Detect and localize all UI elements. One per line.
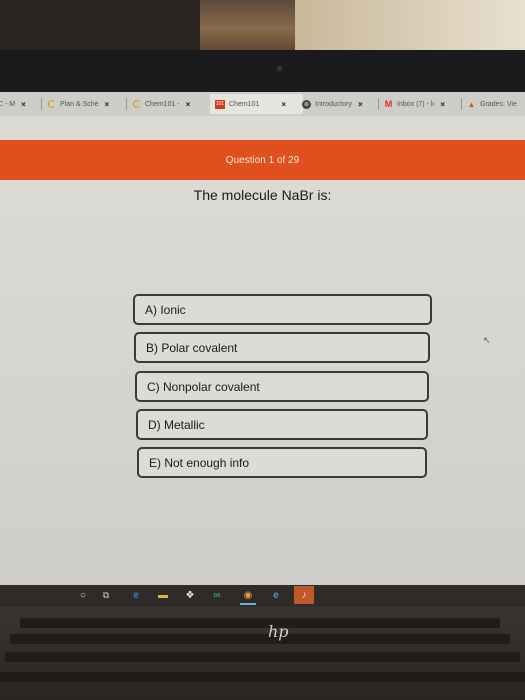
laptop-screen: C - M × Plan & Sche × Chem101 - × 101 Ch… <box>0 92 525 592</box>
browser-tab[interactable]: Chem101 - × <box>133 94 190 114</box>
answer-option-a[interactable]: A) Ionic <box>133 294 432 325</box>
browser-tab-bar: C - M × Plan & Sche × Chem101 - × 101 Ch… <box>0 92 525 117</box>
chrome-icon[interactable]: ◉ <box>240 587 256 605</box>
mouse-cursor-icon: ↖ <box>483 335 491 345</box>
close-tab-icon[interactable]: × <box>186 100 191 109</box>
question-progress-label: Question 1 of 29 <box>225 154 300 166</box>
tab-separator <box>41 98 42 110</box>
close-tab-icon[interactable]: × <box>281 100 286 109</box>
question-text: The molecule NaBr is: <box>193 187 332 203</box>
browser-tab[interactable]: M Inbox (7) - k × <box>384 94 445 114</box>
cortana-icon[interactable]: ○ <box>75 587 91 603</box>
browser-tab[interactable]: C - M × <box>0 94 26 114</box>
answer-option-b[interactable]: B) Polar covalent <box>134 332 430 363</box>
tab-label: C - M <box>0 100 16 108</box>
edge-icon[interactable]: e <box>128 587 144 603</box>
hp-logo: hp <box>268 622 289 641</box>
close-tab-icon[interactable]: × <box>105 100 110 109</box>
tab-label: Inbox (7) - k <box>397 100 435 108</box>
tab-label: Plan & Sche <box>60 100 99 108</box>
tab-label: Grades: Vie <box>480 100 517 108</box>
answer-option-d[interactable]: D) Metallic <box>136 409 428 440</box>
windows-taskbar: ○ ⧉ e ▬ ❖ ∞ ◉ e ♪ <box>0 585 525 607</box>
tab-label: Chem101 <box>229 100 260 108</box>
tab-separator <box>126 98 127 110</box>
browser-tab-active[interactable]: 101 Chem101 × <box>210 94 303 114</box>
file-explorer-icon[interactable]: ▬ <box>155 587 171 603</box>
spinner-icon <box>48 100 56 108</box>
question-progress-banner: Question 1 of 29 <box>0 140 525 180</box>
itunes-icon[interactable]: ♪ <box>294 586 314 604</box>
globe-icon: ⊕ <box>302 99 311 109</box>
graduation-cap-icon: ▲ <box>467 99 476 109</box>
task-view-icon[interactable]: ⧉ <box>98 587 114 603</box>
keyboard-row <box>20 618 500 628</box>
laptop-bezel <box>0 50 525 95</box>
answer-option-c[interactable]: C) Nonpolar covalent <box>135 371 429 402</box>
spinner-icon <box>133 100 141 108</box>
browser-tab[interactable]: ▲ Grades: Vie <box>467 94 517 114</box>
keyboard-row <box>10 634 510 644</box>
tab-label: Chem101 - <box>145 100 180 108</box>
gmail-icon: M <box>384 99 393 109</box>
internet-explorer-icon[interactable]: e <box>268 587 284 603</box>
keyboard-row <box>5 652 520 662</box>
app-101-icon: 101 <box>215 99 225 109</box>
close-tab-icon[interactable]: × <box>21 100 26 109</box>
answer-option-e[interactable]: E) Not enough info <box>137 447 427 478</box>
infinity-app-icon[interactable]: ∞ <box>209 587 225 603</box>
dropbox-icon[interactable]: ❖ <box>182 587 198 603</box>
tab-label: Introductory <box>315 100 352 108</box>
keyboard-row <box>0 672 525 682</box>
browser-tab[interactable]: ⊕ Introductory × <box>302 94 363 114</box>
browser-tab[interactable]: Plan & Sche × <box>48 94 109 114</box>
tab-separator <box>461 98 462 110</box>
webcam-icon <box>277 66 282 71</box>
close-tab-icon[interactable]: × <box>358 100 363 109</box>
laptop-keyboard <box>0 600 525 700</box>
tab-separator <box>378 98 379 110</box>
browser-toolbar <box>0 116 525 140</box>
close-tab-icon[interactable]: × <box>440 100 445 109</box>
